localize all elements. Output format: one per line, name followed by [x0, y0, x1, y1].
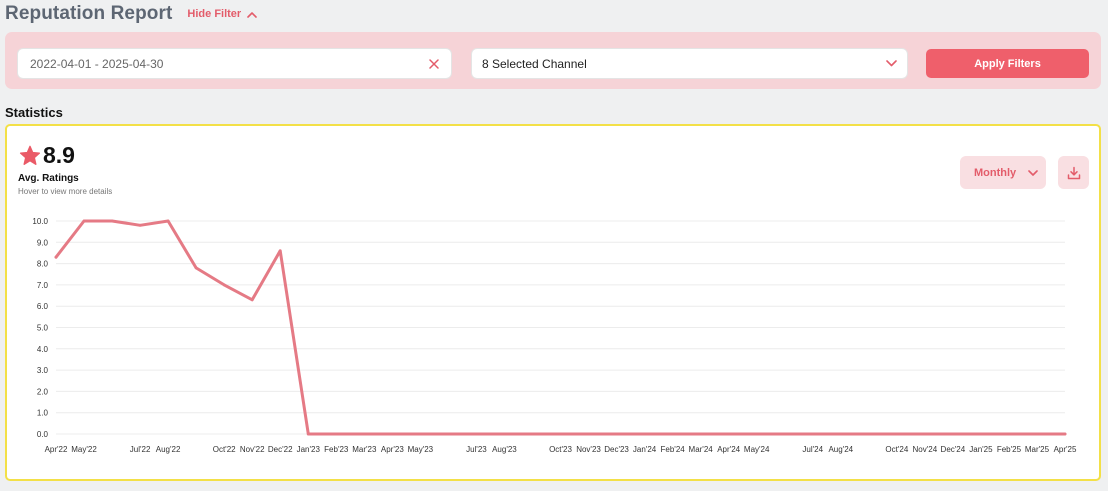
y-tick-label: 5.0: [37, 324, 49, 333]
data-point: [783, 432, 787, 436]
x-tick-label: Apr'23: [381, 445, 404, 454]
chevron-down-icon: [886, 60, 897, 67]
data-point: [278, 249, 282, 253]
page-title: Reputation Report: [5, 3, 173, 24]
statistics-card: 8.9 Avg. Ratings Hover to view more deta…: [5, 124, 1101, 481]
y-tick-label: 9.0: [37, 238, 49, 247]
x-tick-label: May'23: [408, 445, 434, 454]
data-point: [895, 432, 899, 436]
data-point: [615, 432, 618, 436]
x-tick-label: Oct'24: [885, 445, 908, 454]
x-tick-label: Oct'23: [549, 445, 572, 454]
data-point: [643, 432, 646, 436]
hide-filter-toggle[interactable]: Hide Filter: [187, 8, 258, 20]
x-tick-label: Dec'22: [268, 445, 293, 454]
channel-select[interactable]: 8 Selected Channel: [471, 48, 908, 79]
data-point: [138, 223, 142, 227]
data-point: [306, 432, 310, 436]
y-tick-label: 7.0: [37, 281, 49, 290]
data-point: [362, 432, 366, 436]
page-header: Reputation Report Hide Filter: [5, 2, 258, 26]
data-point: [250, 298, 254, 302]
ratings-line-chart[interactable]: 0.0 1.0 2.0 3.0 4.0 5.0 6.0 7.0 8.0 9.0 10.0 Apr'22…: [7, 126, 1099, 479]
data-point: [867, 432, 871, 436]
x-tick-label: Feb'25: [997, 445, 1022, 454]
data-point: [923, 432, 927, 436]
data-point: [390, 432, 394, 436]
x-tick-label: Jan'24: [633, 445, 657, 454]
x-tick-label: Oct'22: [213, 445, 236, 454]
data-point: [839, 432, 843, 436]
data-point: [1035, 432, 1039, 436]
date-range-field[interactable]: [17, 48, 452, 79]
x-tick-label: May'22: [71, 445, 97, 454]
section-heading: Statistics: [5, 105, 63, 120]
x-tick-label: Dec'23: [604, 445, 629, 454]
x-tick-label: Nov'23: [576, 445, 601, 454]
x-tick-label: Jul'23: [466, 445, 487, 454]
x-tick-label: Jan'25: [969, 445, 993, 454]
x-tick-label: Apr'24: [717, 445, 740, 454]
y-tick-label: 6.0: [37, 302, 49, 311]
x-tick-label: Jan'23: [297, 445, 321, 454]
x-tick-label: Jul'24: [802, 445, 823, 454]
y-tick-label: 1.0: [37, 409, 49, 418]
data-point: [1007, 432, 1011, 436]
x-tick-label: Mar'24: [689, 445, 714, 454]
data-point: [979, 432, 983, 436]
data-point: [559, 432, 562, 436]
x-tick-label: Nov'22: [240, 445, 265, 454]
data-point: [503, 432, 506, 436]
x-tick-label: Jul'22: [130, 445, 151, 454]
data-point: [110, 219, 114, 223]
data-point: [54, 255, 58, 259]
y-tick-label: 8.0: [37, 260, 49, 269]
data-point: [699, 432, 703, 436]
hide-filter-label: Hide Filter: [187, 8, 242, 20]
y-tick-label: 0.0: [37, 430, 49, 439]
x-tick-label: Mar'25: [1025, 445, 1050, 454]
data-point: [334, 432, 338, 436]
data-point: [755, 432, 759, 436]
data-point: [194, 266, 198, 270]
data-point: [1063, 432, 1067, 436]
data-point: [82, 219, 86, 223]
data-point: [811, 432, 815, 436]
apply-filters-button[interactable]: Apply Filters: [926, 49, 1089, 78]
x-tick-label: Apr'22: [45, 445, 68, 454]
y-tick-label: 4.0: [37, 345, 49, 354]
data-point: [418, 432, 422, 436]
data-point: [446, 432, 450, 436]
chevron-up-icon: [247, 11, 258, 18]
x-tick-label: Apr'25: [1054, 445, 1077, 454]
x-tick-label: May'24: [744, 445, 770, 454]
x-tick-label: Aug'24: [828, 445, 853, 454]
close-icon[interactable]: [429, 58, 439, 69]
data-point: [671, 432, 675, 436]
date-range-input[interactable]: [30, 56, 429, 71]
x-tick-label: Aug'23: [492, 445, 517, 454]
x-tick-label: Nov'24: [913, 445, 938, 454]
data-point: [222, 283, 226, 287]
x-tick-label: Dec'24: [941, 445, 966, 454]
x-tick-label: Feb'23: [324, 445, 349, 454]
x-tick-label: Feb'24: [661, 445, 686, 454]
data-point: [727, 432, 731, 436]
x-tick-label: Aug'22: [156, 445, 181, 454]
y-tick-label: 2.0: [37, 387, 49, 396]
y-tick-label: 3.0: [37, 366, 49, 375]
x-tick-label: Mar'23: [352, 445, 377, 454]
data-point: [951, 432, 955, 436]
data-point: [587, 432, 590, 436]
filter-bar: 8 Selected Channel Apply Filters: [5, 32, 1101, 89]
y-tick-label: 10.0: [32, 217, 48, 226]
data-point: [475, 432, 478, 436]
data-point: [166, 219, 170, 223]
data-point: [531, 432, 534, 436]
channel-select-value: 8 Selected Channel: [482, 56, 587, 71]
